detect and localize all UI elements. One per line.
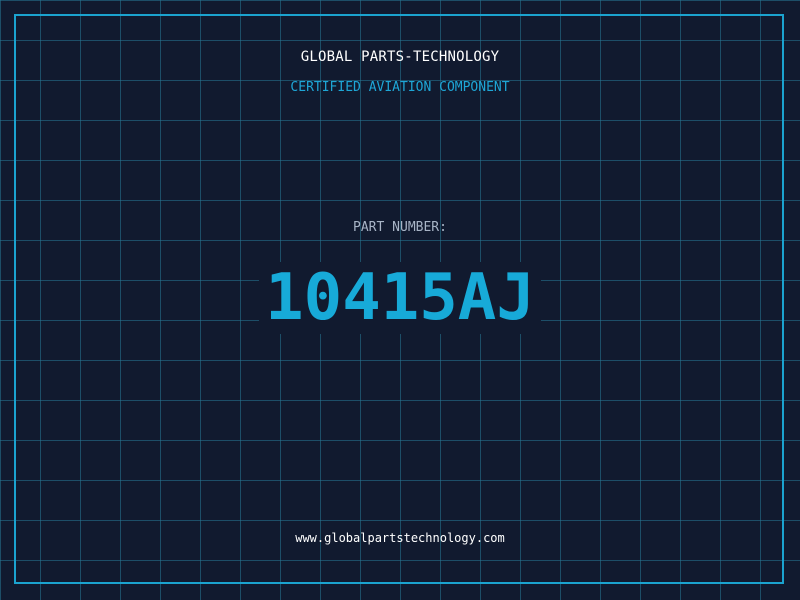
part-number-label: PART NUMBER: [353, 220, 447, 235]
part-number-value: 10415AJ [259, 262, 541, 334]
certification-subtitle: CERTIFIED AVIATION COMPONENT [290, 80, 510, 95]
part-label-card: GLOBAL PARTS-TECHNOLOGY CERTIFIED AVIATI… [0, 0, 800, 600]
part-number-container: 10415AJ [0, 262, 800, 334]
company-name: GLOBAL PARTS-TECHNOLOGY [300, 49, 500, 65]
website-url: www.globalpartstechnology.com [295, 531, 505, 545]
